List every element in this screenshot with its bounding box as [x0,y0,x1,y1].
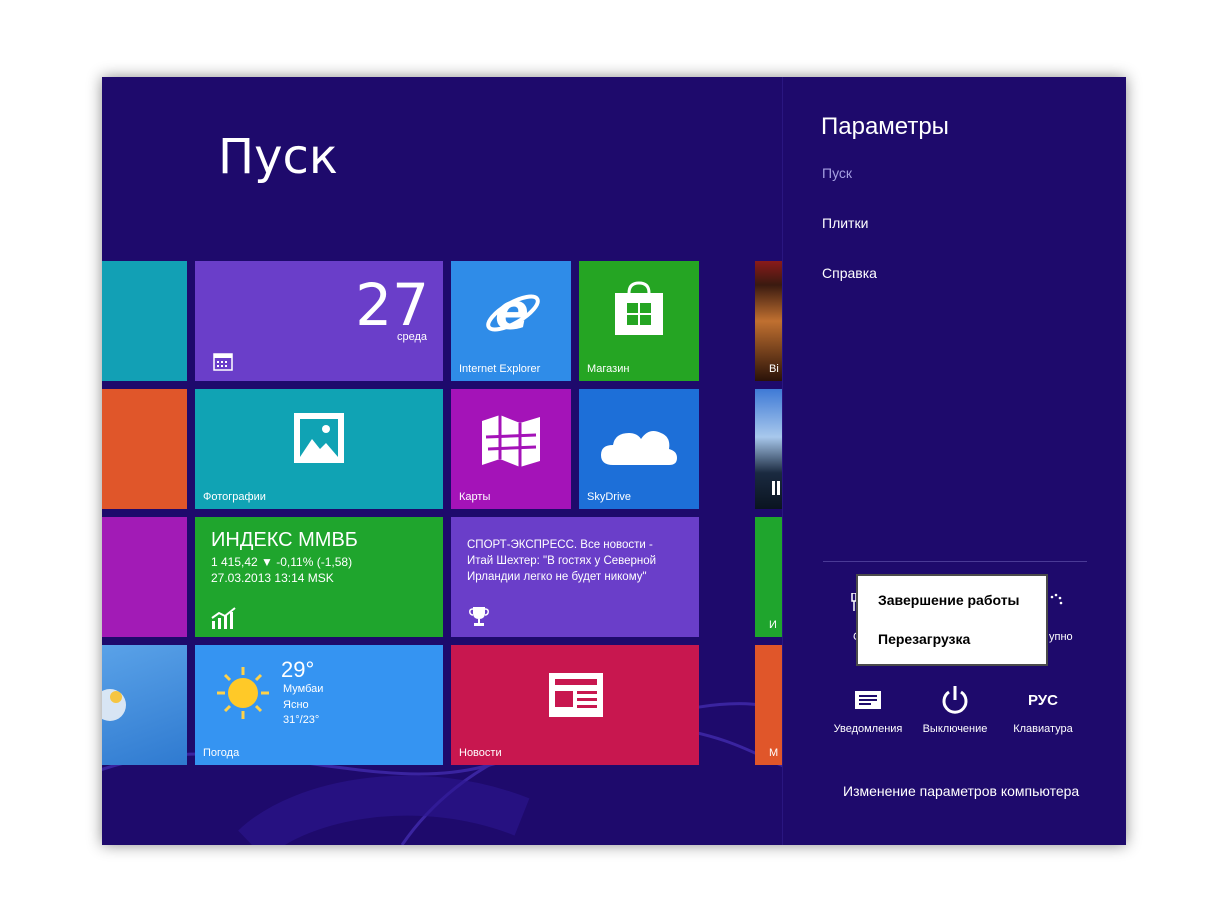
finance-timestamp: 27.03.2013 13:14 MSK [211,571,334,585]
tile-weather[interactable]: 29° Мумбаи Ясно 31°/23° Погода [195,645,443,765]
tile-partial-photo-1[interactable]: Bi [755,261,782,381]
tile-partial-teal[interactable] [102,261,187,381]
divider [823,561,1087,562]
tile-label: SkyDrive [587,491,632,503]
sport-news-text: СПОРТ-ЭКСПРЕСС. Все новости - Итай Шехте… [467,539,657,583]
power-label: Выключение [922,723,988,735]
tile-internet-explorer[interactable]: e Internet Explorer [451,261,571,381]
trophy-icon [469,607,489,626]
charm-link-tiles[interactable]: Плитки [822,215,868,231]
photos-icon [294,413,344,463]
weather-city: Мумбаи [283,683,324,695]
internet-explorer-icon: e [486,283,540,341]
page-title: Пуск [218,129,338,185]
tile-news[interactable]: Новости [451,645,699,765]
weather-condition: Ясно [283,699,309,711]
start-screen: Пуск 27 среда e Internet Explorer Магази… [102,77,782,845]
flower-image [102,689,126,721]
calendar-weekday: среда [396,331,427,343]
change-pc-settings-link[interactable]: Изменение параметров компьютера [843,783,1079,799]
pause-icon [772,481,782,495]
store-icon [615,281,663,335]
tile-maps[interactable]: Карты [451,389,571,509]
charm-title: Параметры [821,113,949,140]
sun-icon [217,667,269,719]
finance-chart-icon [211,607,236,629]
menu-item-restart[interactable]: Перезагрузка [878,631,970,647]
power-icon [942,686,968,714]
tile-calendar[interactable]: 27 среда [195,261,443,381]
tile-partial-flower[interactable] [102,645,187,765]
calendar-day: 27 [355,271,429,339]
tile-partial-orange-2[interactable]: М [755,645,782,765]
tile-partial-magenta[interactable] [102,517,187,637]
menu-item-shutdown[interactable]: Завершение работы [878,592,1020,608]
power-button[interactable]: Выключение [912,683,998,735]
weather-temperature: 29° [281,657,315,682]
charm-link-start[interactable]: Пуск [822,165,852,181]
svg-text:e: e [495,283,529,341]
notifications-icon [855,691,881,709]
tile-skydrive[interactable]: SkyDrive [579,389,699,509]
tile-partial-label: М [769,747,779,759]
tile-label: Фотографии [203,491,266,503]
calendar-icon [213,353,233,371]
tile-label: Погода [203,747,240,759]
brightness-icon[interactable] [1049,593,1063,613]
finance-quote: 1 415,42 ▼ -0,11% (-1,58) [211,555,353,569]
tile-finance[interactable]: ИНДЕКС ММВБ 1 415,42 ▼ -0,11% (-1,58) 27… [195,517,443,637]
power-menu: Завершение работы Перезагрузка [856,574,1048,666]
charm-link-help[interactable]: Справка [822,265,877,281]
tile-partial-orange[interactable] [102,389,187,509]
tile-store[interactable]: Магазин [579,261,699,381]
tile-partial-label: И [769,619,777,631]
screen: Пуск 27 среда e Internet Explorer Магази… [102,77,1126,845]
skydrive-cloud-icon [601,431,677,465]
partial-label-right: упно [1049,631,1073,643]
tile-label: Internet Explorer [459,363,541,375]
keyboard-label: Клавиатура [1013,723,1073,735]
notifications-label: Уведомления [833,723,903,735]
news-icon [549,673,603,717]
keyboard-button[interactable]: РУС Клавиатура [1000,683,1086,736]
finance-title: ИНДЕКС ММВБ [211,529,358,551]
tile-partial-label: Bi [769,363,779,375]
tile-label: Магазин [587,363,630,375]
settings-charm-panel: Параметры Пуск Плитки Справка С упно Уве… [782,77,1126,845]
keyboard-language-glyph: РУС [1028,691,1058,709]
tile-label: Новости [459,747,502,759]
maps-icon [482,415,540,467]
tile-sport-express[interactable]: СПОРТ-ЭКСПРЕСС. Все новости - Итай Шехте… [451,517,699,637]
tile-label: Карты [459,491,491,503]
tile-partial-green[interactable]: И [755,517,782,637]
weather-range: 31°/23° [283,714,320,726]
tile-photos[interactable]: Фотографии [195,389,443,509]
tile-partial-photo-2[interactable] [755,389,782,509]
notifications-button[interactable]: Уведомления [825,683,911,735]
